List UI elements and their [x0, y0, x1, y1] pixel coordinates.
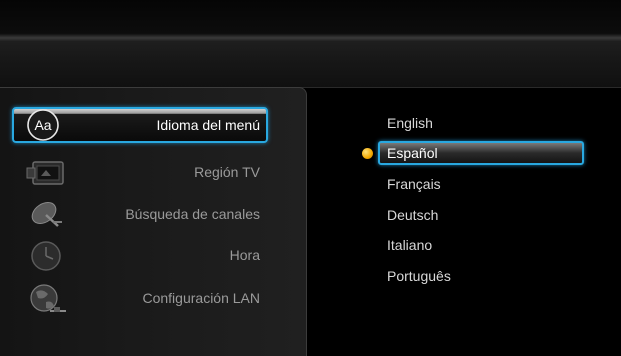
clock-icon [24, 239, 70, 273]
network-globe-icon [24, 282, 70, 316]
language-label: English [387, 115, 433, 131]
language-label: Español [387, 145, 438, 161]
tv-screen-icon [24, 156, 70, 190]
header-band [0, 0, 621, 88]
language-option-espanol[interactable]: Español [378, 141, 584, 165]
language-option-francais[interactable]: Français [376, 171, 584, 197]
font-aa-icon-text: Aa [34, 117, 51, 133]
language-option-deutsch[interactable]: Deutsch [376, 202, 584, 228]
menu-item-time[interactable]: Hora [12, 238, 268, 274]
menu-item-label: Región TV [194, 164, 260, 180]
menu-item-label: Hora [229, 247, 260, 263]
language-label: Português [387, 268, 451, 284]
menu-item-label: Idioma del menú [156, 117, 260, 133]
settings-menu-panel: Aa Idioma del menú Región TV Búsqueda de… [0, 87, 307, 356]
menu-item-label: Búsqueda de canales [125, 206, 260, 222]
bullet-icon [362, 148, 373, 159]
language-label: Français [387, 176, 441, 192]
font-aa-icon: Aa [24, 108, 70, 142]
language-option-italiano[interactable]: Italiano [376, 232, 584, 258]
satellite-dish-icon [24, 198, 70, 232]
menu-item-tv-region[interactable]: Región TV [12, 155, 268, 191]
menu-item-lan-settings[interactable]: Configuración LAN [12, 281, 268, 317]
language-label: Deutsch [387, 207, 439, 223]
language-option-english[interactable]: English [376, 110, 584, 136]
menu-item-channel-search[interactable]: Búsqueda de canales [12, 197, 268, 233]
language-label: Italiano [387, 237, 433, 253]
menu-item-menu-language[interactable]: Aa Idioma del menú [12, 107, 268, 143]
menu-item-label: Configuración LAN [142, 290, 260, 306]
language-option-portugues[interactable]: Português [376, 263, 584, 289]
